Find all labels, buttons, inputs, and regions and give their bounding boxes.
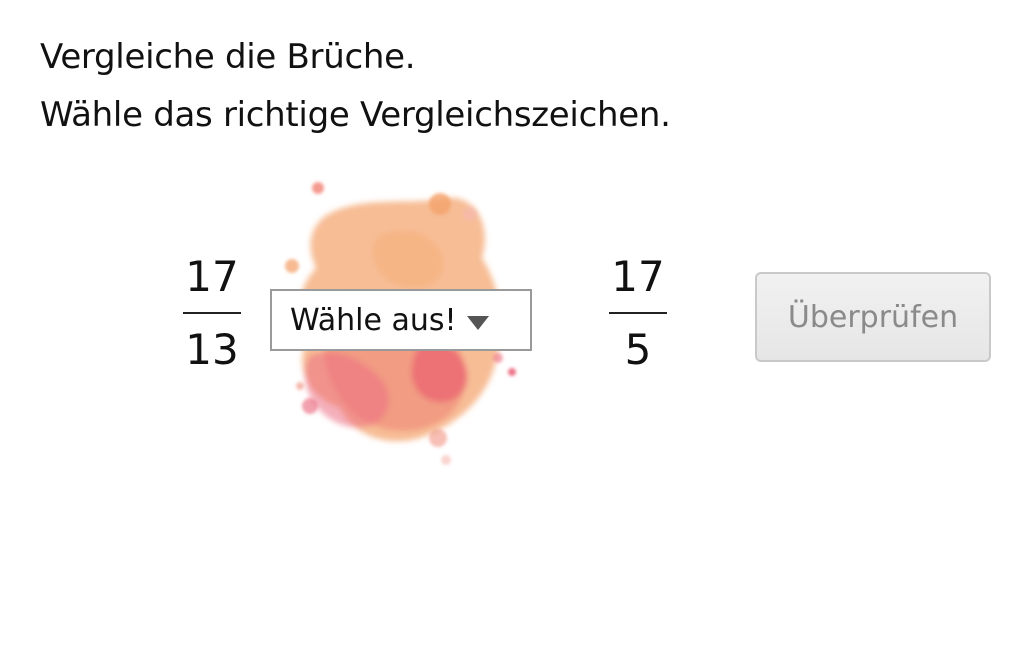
left-numerator: 17 xyxy=(185,252,239,301)
left-denominator: 13 xyxy=(185,325,239,374)
right-fraction-bar xyxy=(609,312,667,314)
dropdown-arrow-icon xyxy=(466,316,489,330)
comparison-select-value: Wähle aus! xyxy=(290,302,457,338)
right-fraction: 17 5 xyxy=(609,256,667,371)
check-button[interactable]: Überprüfen xyxy=(755,272,991,362)
right-numerator: 17 xyxy=(611,252,665,301)
instruction-line-1: Vergleiche die Brüche. xyxy=(40,37,416,77)
right-denominator: 5 xyxy=(624,325,652,374)
instruction-line-2: Wähle das richtige Vergleichszeichen. xyxy=(40,95,671,135)
left-fraction: 17 13 xyxy=(183,256,241,371)
instructions: Vergleiche die Brüche. Wähle das richtig… xyxy=(40,28,671,144)
comparison-select[interactable]: Wähle aus! xyxy=(270,289,532,351)
left-fraction-bar xyxy=(183,312,241,314)
